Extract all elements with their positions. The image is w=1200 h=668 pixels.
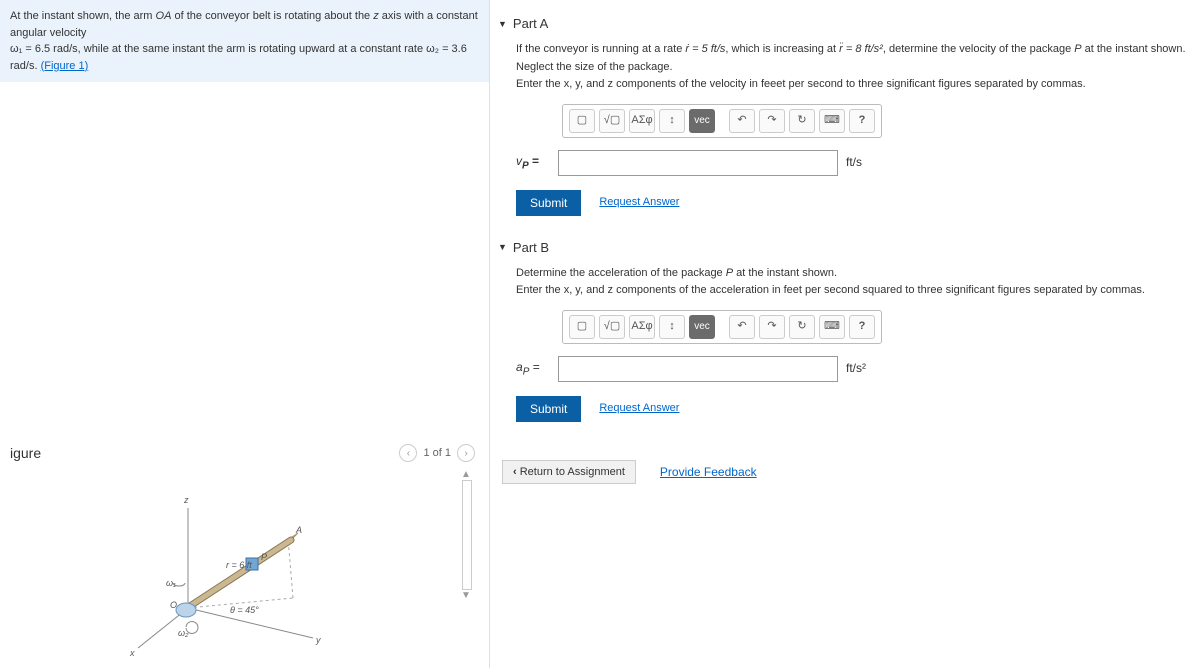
greek-button[interactable]: ΑΣφ [629,109,655,133]
equation-toolbar: ▢ √▢ ΑΣφ ↕ vec ↶ ↷ ↻ ⌨ ? [562,310,882,344]
template-button[interactable]: ▢ [569,315,595,339]
svg-text:O: O [170,600,177,610]
return-to-assignment-button[interactable]: Return to Assignment [502,460,636,484]
vec-button[interactable]: vec [689,109,715,133]
prompt-text: of the conveyor belt is rotating about t… [171,10,373,22]
part-a-request-answer[interactable]: Request Answer [599,194,679,212]
part-b-submit-button[interactable]: Submit [516,396,581,422]
svg-text:ω₁: ω₁ [166,578,176,588]
part-a-title: Part A [513,16,548,31]
reset-button[interactable]: ↻ [789,109,815,133]
redo-button[interactable]: ↷ [759,315,785,339]
prompt-text: At the instant shown, the arm [10,10,156,22]
subsup-button[interactable]: ↕ [659,109,685,133]
collapse-icon: ▼ [498,242,507,252]
sqrt-button[interactable]: √▢ [599,315,625,339]
instructions: Enter the x, y, and z components of the … [516,76,1192,94]
provide-feedback-link[interactable]: Provide Feedback [660,465,757,479]
vec-button[interactable]: vec [689,315,715,339]
statement-text: If the conveyor is running at a rate [516,43,685,55]
svg-text:ω₂: ω₂ [178,628,189,638]
keyboard-button[interactable]: ⌨ [819,315,845,339]
part-b-request-answer[interactable]: Request Answer [599,400,679,418]
template-button[interactable]: ▢ [569,109,595,133]
part-b-header[interactable]: ▼ Part B [498,234,1192,265]
part-a-header[interactable]: ▼ Part A [498,10,1192,41]
figure-link[interactable]: (Figure 1) [41,60,89,72]
greek-button[interactable]: ΑΣφ [629,315,655,339]
variable-label: aP = [516,358,550,380]
part-a-answer-input[interactable] [558,150,838,176]
problem-statement: At the instant shown, the arm OA of the … [0,0,489,82]
keyboard-button[interactable]: ⌨ [819,109,845,133]
right-column: ▼ Part A If the conveyor is running at a… [490,0,1200,668]
figure-page-label: 1 of 1 [423,447,451,459]
part-b-answer-input[interactable] [558,356,838,382]
svg-text:θ = 45°: θ = 45° [230,605,259,615]
help-button[interactable]: ? [849,109,875,133]
instructions: Enter the x, y, and z components of the … [516,282,1192,300]
statement-text: P [1074,43,1081,55]
help-button[interactable]: ? [849,315,875,339]
sqrt-button[interactable]: √▢ [599,109,625,133]
figure-title: igure [10,445,41,461]
subsup-button[interactable]: ↕ [659,315,685,339]
undo-button[interactable]: ↶ [729,109,755,133]
svg-text:x: x [129,648,135,658]
part-b-body: Determine the acceleration of the packag… [498,265,1192,440]
figure-diagram: z x y P A [118,488,348,658]
statement-text: , which is increasing at [725,43,839,55]
figure-next-button[interactable]: › [457,444,475,462]
collapse-icon: ▼ [498,19,507,29]
part-a-submit-button[interactable]: Submit [516,190,581,216]
statement-text: , determine the velocity of the package [883,43,1074,55]
svg-text:A: A [295,525,302,535]
figure-panel: igure ‹ 1 of 1 › z x y [0,428,489,668]
unit-label: ft/s [846,153,862,172]
statement-text: P [726,267,733,279]
svg-text:y: y [315,635,321,645]
redo-button[interactable]: ↷ [759,109,785,133]
svg-text:z: z [183,495,189,505]
figure-vertical-scrollbar[interactable] [462,480,472,590]
statement-text: r̈ = 8 ft/s² [839,43,883,55]
reset-button[interactable]: ↻ [789,315,815,339]
statement-text: at the instant shown. [733,267,837,279]
part-a-body: If the conveyor is running at a rate ṙ =… [498,41,1192,234]
svg-text:P: P [261,552,267,562]
svg-text:r = 6 ft: r = 6 ft [226,560,252,570]
unit-label: ft/s² [846,359,866,378]
part-b-title: Part B [513,240,549,255]
prompt-oa: OA [156,10,172,22]
statement-text: Determine the acceleration of the packag… [516,267,726,279]
equation-toolbar: ▢ √▢ ΑΣφ ↕ vec ↶ ↷ ↻ ⌨ ? [562,104,882,138]
left-column: At the instant shown, the arm OA of the … [0,0,490,668]
figure-prev-button[interactable]: ‹ [399,444,417,462]
statement-text: ṙ = 5 ft/s [685,43,725,55]
undo-button[interactable]: ↶ [729,315,755,339]
figure-nav: ‹ 1 of 1 › [399,444,475,462]
variable-label: vP = [516,152,550,174]
